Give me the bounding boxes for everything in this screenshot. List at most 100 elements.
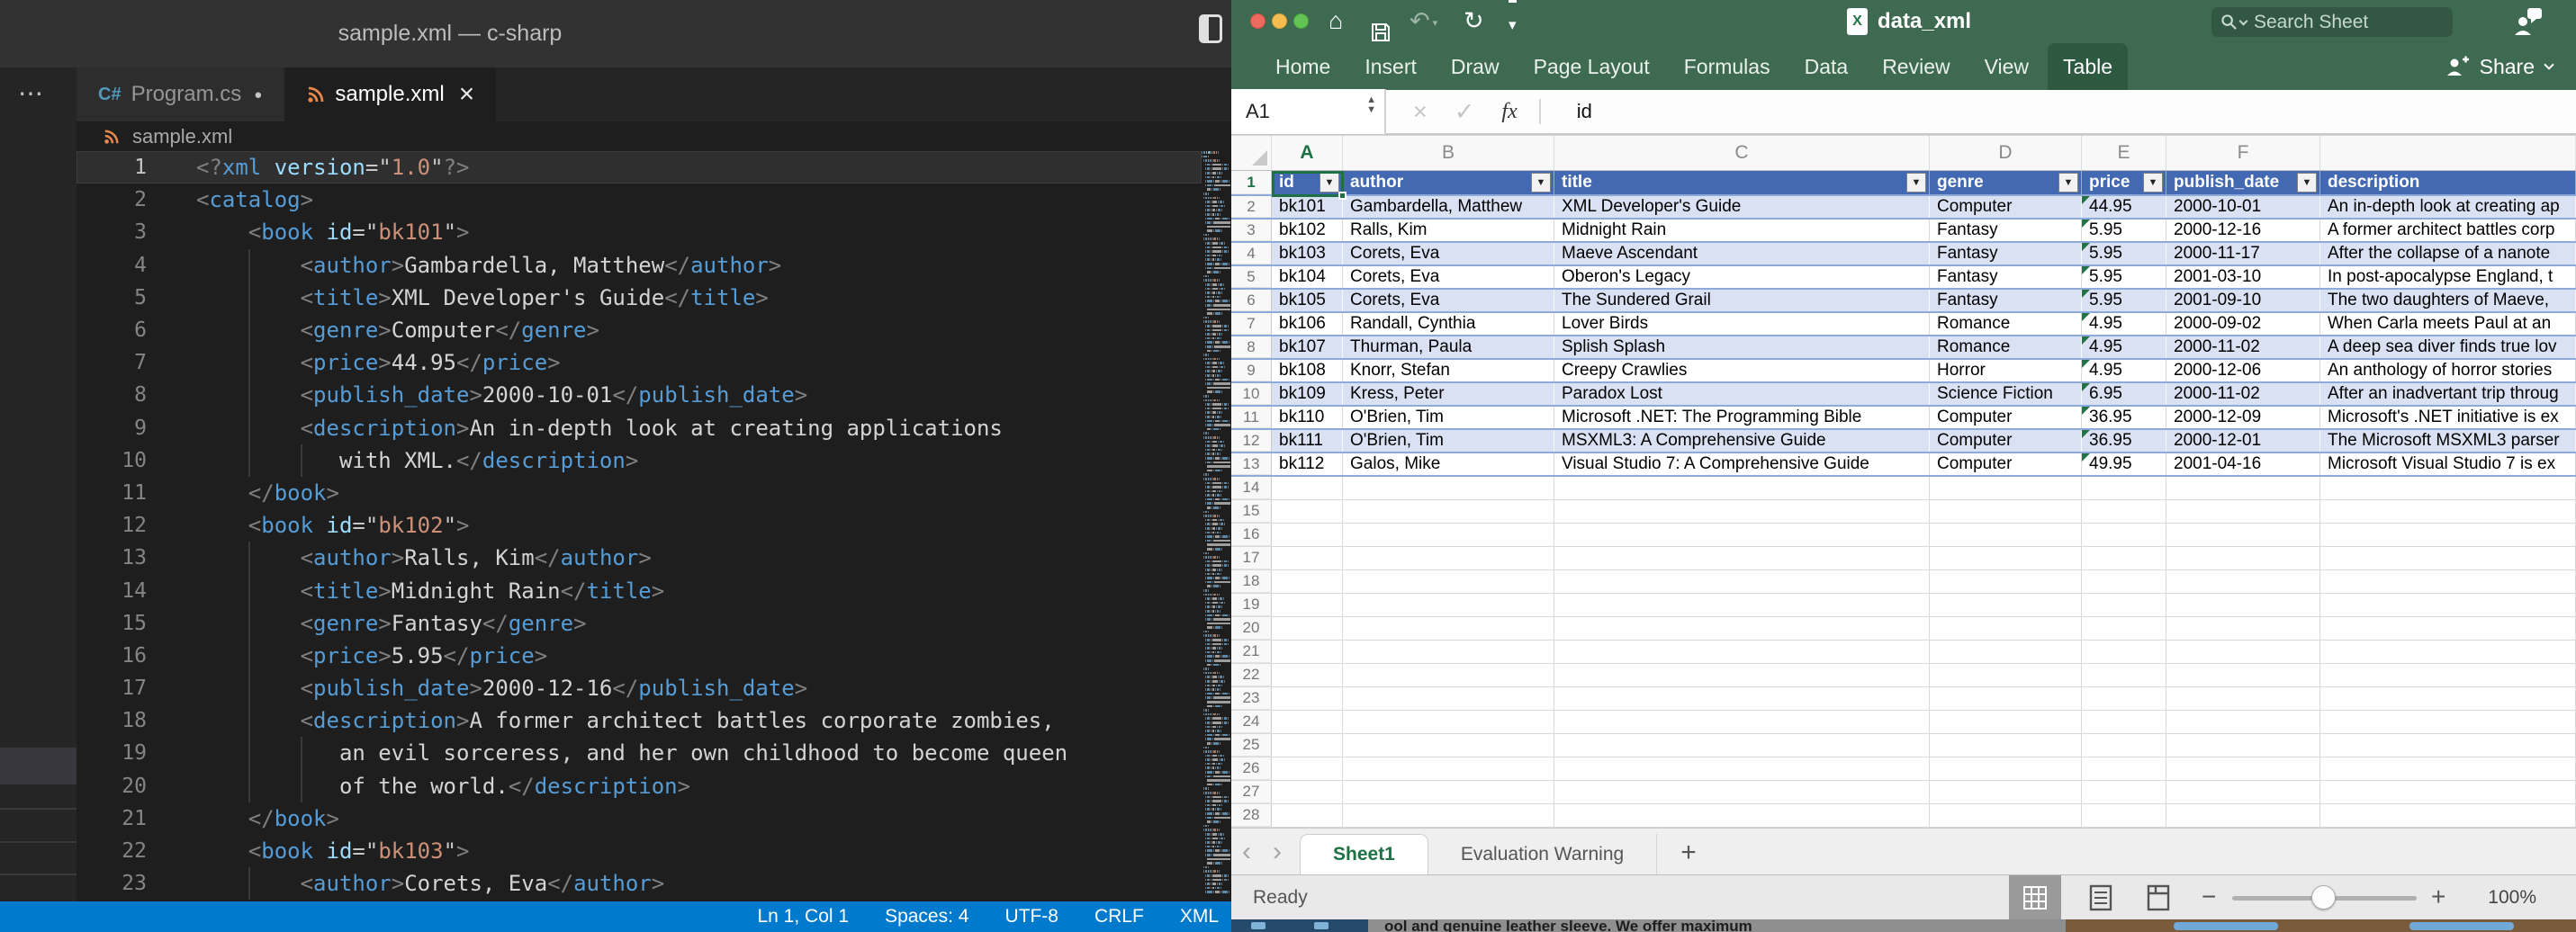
cell-G8[interactable]: A deep sea diver finds true lov	[2320, 336, 2576, 358]
cell-B28[interactable]	[1343, 804, 1554, 827]
cell-F2[interactable]: 2000-10-01	[2166, 196, 2320, 218]
cell-G2[interactable]: An in-depth look at creating ap	[2320, 196, 2576, 218]
cell-E2[interactable]: 44.95	[2082, 196, 2166, 218]
cell-E17[interactable]	[2082, 547, 2166, 569]
cell-A22[interactable]	[1272, 664, 1343, 686]
sheet-nav-right-icon[interactable]: ›	[1262, 829, 1293, 874]
code-line-19[interactable]: 19an evil sorceress, and her own childho…	[77, 737, 1202, 769]
cell-F15[interactable]	[2166, 500, 2320, 523]
cell-C17[interactable]	[1554, 547, 1930, 569]
code-line-23[interactable]: 23<author>Corets, Eva</author>	[77, 867, 1202, 900]
search-input[interactable]: Search Sheet	[2211, 7, 2453, 37]
cell-A23[interactable]	[1272, 687, 1343, 710]
normal-view-button[interactable]	[2009, 875, 2061, 919]
row-header-24[interactable]: 24	[1231, 711, 1272, 733]
cell-C5[interactable]: Oberon's Legacy	[1554, 266, 1930, 288]
row-header-16[interactable]: 16	[1231, 524, 1272, 546]
cell-F18[interactable]	[2166, 570, 2320, 593]
collaborate-icon[interactable]	[2511, 6, 2544, 37]
status-item-3[interactable]: CRLF	[1094, 906, 1144, 928]
column-header-A[interactable]: A	[1272, 136, 1343, 170]
code-line-3[interactable]: 3<book id="bk101">	[77, 216, 1202, 248]
cell-G15[interactable]	[2320, 500, 2576, 523]
cell-B3[interactable]: Ralls, Kim	[1343, 220, 1554, 241]
code-line-10[interactable]: 10with XML.</description>	[77, 444, 1202, 477]
select-all-corner[interactable]	[1231, 136, 1272, 170]
cell-G4[interactable]: After the collapse of a nanote	[2320, 243, 2576, 264]
cell-A10[interactable]: bk109	[1272, 383, 1343, 405]
cell-A12[interactable]: bk111	[1272, 430, 1343, 452]
cell-B11[interactable]: O'Brien, Tim	[1343, 407, 1554, 428]
cell-B27[interactable]	[1343, 781, 1554, 803]
cell-F7[interactable]: 2000-09-02	[2166, 313, 2320, 335]
cell-G7[interactable]: When Carla meets Paul at an	[2320, 313, 2576, 335]
status-item-1[interactable]: Spaces: 4	[885, 906, 968, 928]
cell-C23[interactable]	[1554, 687, 1930, 710]
row-header-20[interactable]: 20	[1231, 617, 1272, 640]
redo-icon[interactable]: ↻	[1464, 0, 1484, 43]
cell-F6[interactable]: 2001-09-10	[2166, 290, 2320, 311]
cell-D13[interactable]: Computer	[1930, 453, 2082, 475]
cell-B19[interactable]	[1343, 594, 1554, 616]
cell-D14[interactable]	[1930, 477, 2082, 499]
cell-C10[interactable]: Paradox Lost	[1554, 383, 1930, 405]
code-editor[interactable]: 1<?xml version="1.0"?>2<catalog>3<book i…	[77, 151, 1202, 901]
cell-D10[interactable]: Science Fiction	[1930, 383, 2082, 405]
cell-D19[interactable]	[1930, 594, 2082, 616]
cell-G28[interactable]	[2320, 804, 2576, 827]
cell-E21[interactable]	[2082, 641, 2166, 663]
code-line-11[interactable]: 11</book>	[77, 477, 1202, 509]
cell-C6[interactable]: The Sundered Grail	[1554, 290, 1930, 311]
filter-button-price[interactable]: ▼	[2143, 173, 2163, 193]
cell-D24[interactable]	[1930, 711, 2082, 733]
column-header-partial[interactable]	[2320, 136, 2576, 170]
cell-F14[interactable]	[2166, 477, 2320, 499]
cell-A19[interactable]	[1272, 594, 1343, 616]
ribbon-tab-home[interactable]: Home	[1260, 43, 1346, 90]
cell-E13[interactable]: 49.95	[2082, 453, 2166, 475]
cell-A2[interactable]: bk101	[1272, 196, 1343, 218]
excel-titlebar[interactable]: ⌂ ↶▾ ↻ ▾ X data_xml Search Sheet	[1231, 0, 2576, 43]
ribbon-tab-table[interactable]: Table	[2048, 43, 2128, 90]
row-header-5[interactable]: 5	[1231, 266, 1272, 288]
code-line-21[interactable]: 21</book>	[77, 802, 1202, 835]
cell-A7[interactable]: bk106	[1272, 313, 1343, 335]
cell-D23[interactable]	[1930, 687, 2082, 710]
cell-E3[interactable]: 5.95	[2082, 220, 2166, 241]
cell-B14[interactable]	[1343, 477, 1554, 499]
cell-B10[interactable]: Kress, Peter	[1343, 383, 1554, 405]
cell-F27[interactable]	[2166, 781, 2320, 803]
cell-C27[interactable]	[1554, 781, 1930, 803]
insert-function-button[interactable]: fx	[1501, 100, 1517, 124]
row-header-8[interactable]: 8	[1231, 336, 1272, 358]
cell-G18[interactable]	[2320, 570, 2576, 593]
cell-G20[interactable]	[2320, 617, 2576, 640]
page-break-view-button[interactable]	[2146, 875, 2171, 919]
cell-B4[interactable]: Corets, Eva	[1343, 243, 1554, 264]
cell-E19[interactable]	[2082, 594, 2166, 616]
close-icon[interactable]: ×	[459, 81, 475, 108]
cell-E12[interactable]: 36.95	[2082, 430, 2166, 452]
zoom-slider-thumb[interactable]	[2311, 885, 2336, 910]
cell-B9[interactable]: Knorr, Stefan	[1343, 360, 1554, 381]
code-line-6[interactable]: 6<genre>Computer</genre>	[77, 314, 1202, 346]
cell-C2[interactable]: XML Developer's Guide	[1554, 196, 1930, 218]
vscode-titlebar[interactable]: sample.xml — c-sharp	[0, 0, 1231, 67]
cell-F11[interactable]: 2000-12-09	[2166, 407, 2320, 428]
cell-G6[interactable]: The two daughters of Maeve,	[2320, 290, 2576, 311]
cell-C4[interactable]: Maeve Ascendant	[1554, 243, 1930, 264]
cell-G3[interactable]: A former architect battles corp	[2320, 220, 2576, 241]
cell-E16[interactable]	[2082, 524, 2166, 546]
cell-A28[interactable]	[1272, 804, 1343, 827]
code-line-12[interactable]: 12<book id="bk102">	[77, 509, 1202, 542]
collapsed-side-panel[interactable]	[0, 121, 77, 901]
cell-D17[interactable]	[1930, 547, 2082, 569]
cell-E4[interactable]: 5.95	[2082, 243, 2166, 264]
cell-A5[interactable]: bk104	[1272, 266, 1343, 288]
ribbon-tab-formulas[interactable]: Formulas	[1669, 43, 1786, 90]
cell-B24[interactable]	[1343, 711, 1554, 733]
traffic-light-zoom-button[interactable]	[1293, 13, 1309, 29]
filter-button-genre[interactable]: ▼	[2058, 173, 2078, 193]
cell-D26[interactable]	[1930, 757, 2082, 780]
row-header-25[interactable]: 25	[1231, 734, 1272, 757]
